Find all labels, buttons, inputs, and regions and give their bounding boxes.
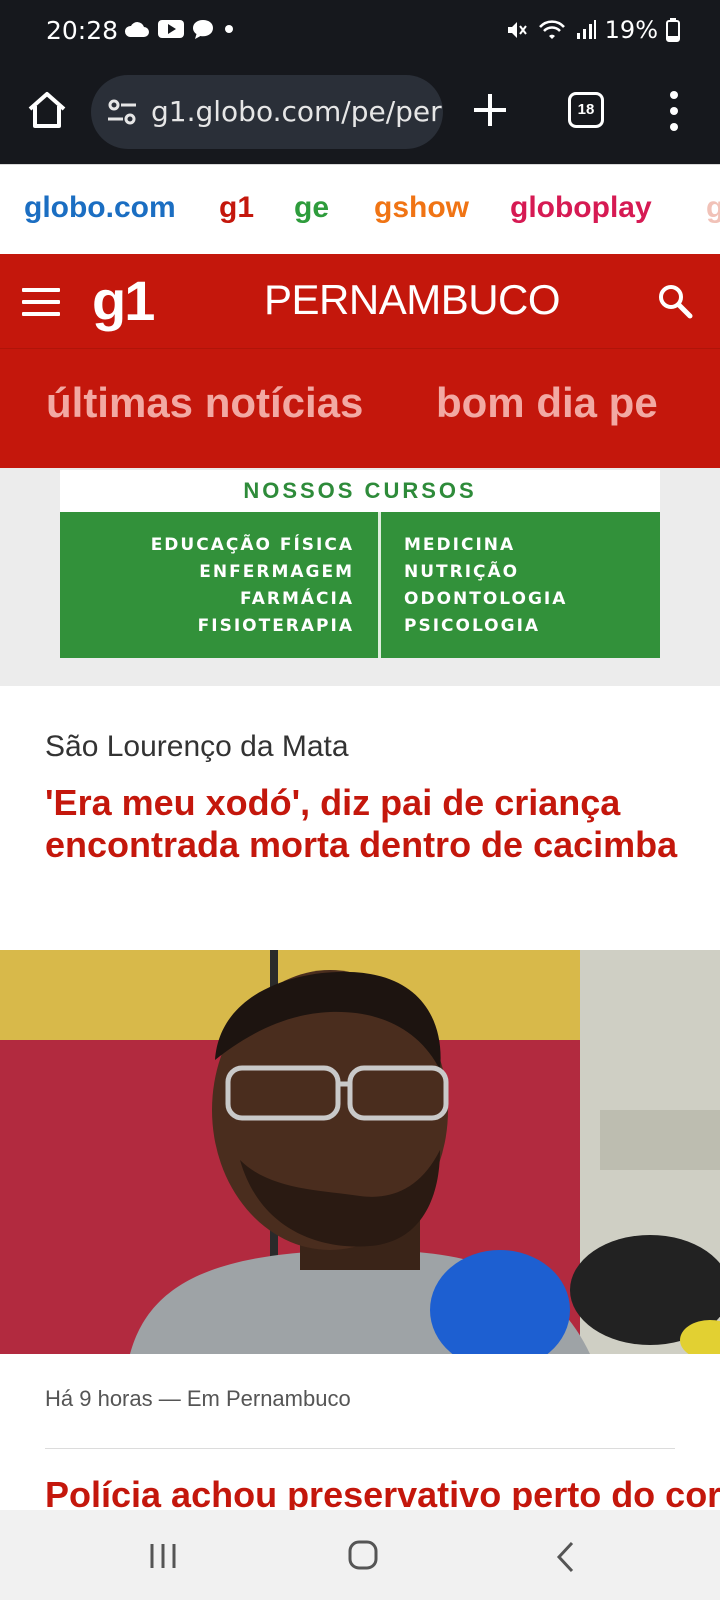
nav-item-bom-dia-pe[interactable]: bom dia pe — [436, 379, 658, 427]
article-photo — [0, 950, 720, 1354]
recent-apps-icon[interactable] — [148, 1542, 178, 1570]
network-link-g1[interactable]: g1 — [219, 191, 254, 225]
ad-course: EDUCAÇÃO FÍSICA — [150, 535, 354, 555]
ad-divider — [378, 512, 381, 658]
search-icon[interactable] — [656, 282, 694, 320]
home-icon[interactable] — [24, 88, 70, 134]
ad-course: FARMÁCIA — [240, 589, 354, 609]
globo-network-bar: globo.com g1 ge gshow globoplay g — [0, 164, 720, 254]
ad-left-column: EDUCAÇÃO FÍSICA ENFERMAGEM FARMÁCIA FISI… — [151, 532, 354, 640]
site-settings-icon[interactable] — [107, 98, 137, 126]
ad-right-column: MEDICINA NUTRIÇÃO ODONTOLOGIA PSICOLOGIA — [404, 532, 567, 640]
status-time: 20:28 — [46, 16, 119, 45]
article-section-label: São Lourenço da Mata — [45, 730, 349, 763]
ad-course: ODONTOLOGIA — [404, 589, 568, 609]
ad-course-panel: EDUCAÇÃO FÍSICA ENFERMAGEM FARMÁCIA FISI… — [60, 512, 660, 658]
browser-toolbar: g1.globo.com/pe/per 18 — [0, 64, 720, 164]
system-icons: 19% — [505, 16, 680, 44]
network-link-ge[interactable]: ge — [294, 191, 329, 225]
chat-icon — [193, 20, 213, 39]
network-link-globoplay[interactable]: globoplay — [510, 191, 652, 225]
section-nav: últimas notícias bom dia pe — [0, 348, 720, 468]
status-bar: 20:28 19% — [0, 0, 720, 64]
battery-icon — [666, 18, 680, 42]
hamburger-menu-icon[interactable] — [22, 288, 60, 316]
site-header: g1 PERNAMBUCO — [0, 254, 720, 348]
article-card: São Lourenço da Mata 'Era meu xodó', diz… — [0, 686, 720, 1510]
signal-icon — [576, 20, 596, 39]
new-tab-icon[interactable] — [470, 90, 510, 130]
dot-icon — [225, 25, 233, 33]
home-nav-icon[interactable] — [348, 1540, 378, 1570]
g1-logo[interactable]: g1 — [92, 268, 155, 333]
ad-course: NUTRIÇÃO — [404, 562, 520, 582]
mute-icon — [507, 22, 527, 38]
url-text[interactable]: g1.globo.com/pe/per — [151, 95, 442, 128]
notification-icons — [124, 18, 236, 40]
address-bar[interactable]: g1.globo.com/pe/per — [91, 75, 443, 149]
article-headline[interactable]: 'Era meu xodó', diz pai de criança encon… — [45, 782, 685, 866]
next-article-headline[interactable]: Polícia achou preservativo perto do corp… — [45, 1474, 720, 1510]
more-menu-icon[interactable] — [664, 88, 684, 134]
article-image[interactable] — [0, 950, 720, 1354]
ad-banner[interactable]: NOSSOS CURSOS EDUCAÇÃO FÍSICA ENFERMAGEM… — [60, 470, 660, 658]
article-meta: Há 9 horas — Em Pernambuco — [45, 1386, 351, 1411]
region-title[interactable]: PERNAMBUCO — [264, 276, 561, 324]
cloud-icon — [124, 22, 149, 37]
back-icon[interactable] — [554, 1540, 578, 1574]
nav-item-ultimas-noticias[interactable]: últimas notícias — [46, 379, 363, 427]
ad-title: NOSSOS CURSOS — [60, 470, 660, 512]
ad-course: MEDICINA — [404, 535, 516, 555]
network-link-globo[interactable]: globo.com — [24, 191, 176, 225]
wifi-icon — [538, 20, 565, 39]
battery-percent: 19% — [604, 16, 658, 44]
youtube-icon — [158, 20, 184, 38]
network-link-partial[interactable]: g — [706, 191, 720, 225]
tab-switcher-button[interactable]: 18 — [568, 92, 604, 128]
system-nav-bar — [0, 1510, 720, 1600]
ad-course: ENFERMAGEM — [199, 562, 354, 582]
ad-course: FISIOTERAPIA — [197, 616, 354, 636]
divider — [45, 1448, 675, 1449]
ad-course: PSICOLOGIA — [404, 616, 541, 636]
ad-container: NOSSOS CURSOS EDUCAÇÃO FÍSICA ENFERMAGEM… — [0, 468, 720, 686]
network-link-gshow[interactable]: gshow — [374, 191, 469, 225]
